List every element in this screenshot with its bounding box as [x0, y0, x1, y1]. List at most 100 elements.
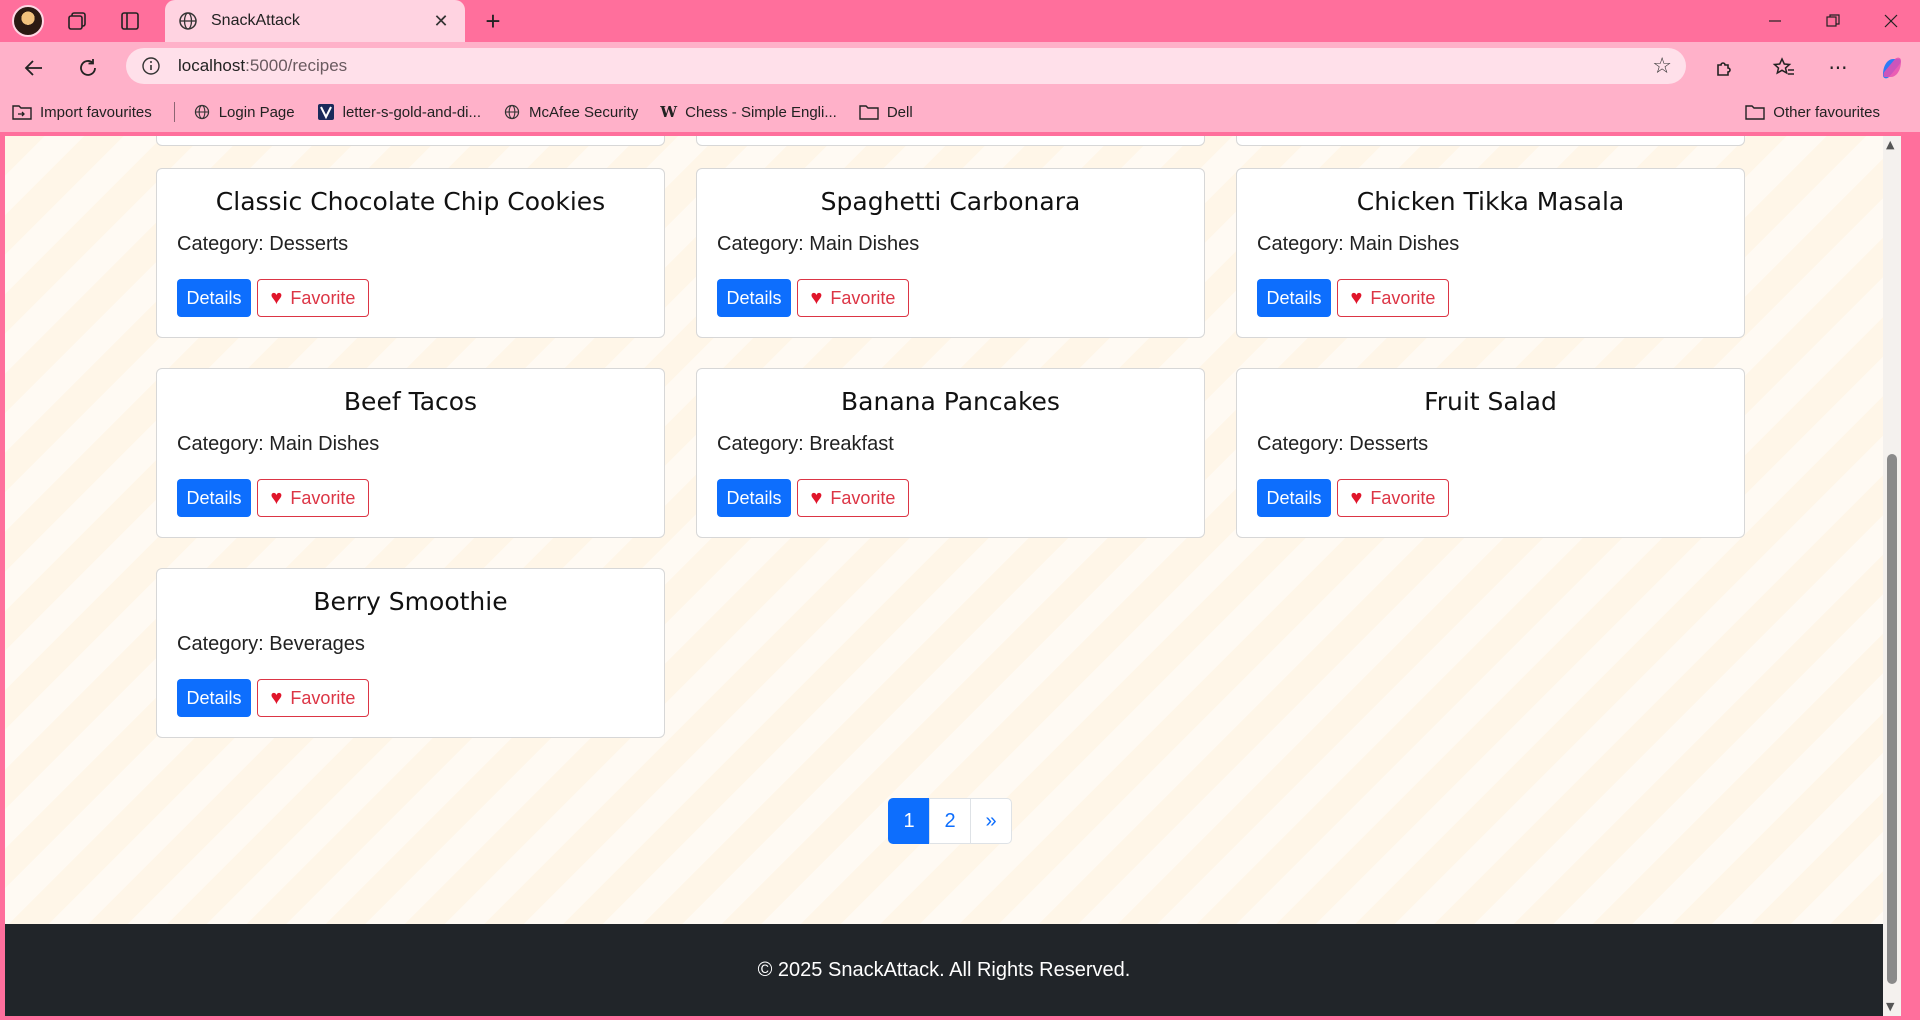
bookmark-separator: [173, 102, 175, 122]
bookmark-mcafee[interactable]: McAfee Security: [503, 103, 638, 121]
vector-site-icon: [317, 104, 334, 120]
favorite-button[interactable]: ♥ Favorite: [257, 279, 369, 317]
recipe-card-partial: [696, 136, 1205, 146]
more-options-icon[interactable]: ···: [1822, 52, 1854, 84]
bookmark-chess[interactable]: W Chess - Simple Engli...: [660, 103, 837, 121]
recipe-name: Classic Chocolate Chip Cookies: [215, 187, 606, 216]
wikipedia-icon: W: [660, 103, 678, 121]
bookmark-label: Import favourites: [40, 103, 152, 121]
bookmark-other-favourites[interactable]: Other favourites: [1745, 92, 1880, 132]
details-button[interactable]: Details: [717, 479, 791, 517]
next-page-link[interactable]: »: [970, 798, 1012, 844]
tab-actions-icon[interactable]: [115, 6, 145, 36]
collections-icon[interactable]: [62, 6, 92, 36]
scroll-up-arrow-icon[interactable]: ▲: [1886, 138, 1894, 151]
browser-titlebar: SnackAttack ✕ +: [0, 0, 1920, 42]
heart-icon: ♥: [270, 686, 283, 709]
copilot-icon[interactable]: [1876, 52, 1908, 84]
bookmark-import-favourites[interactable]: Import favourites: [12, 103, 152, 121]
extensions-icon[interactable]: [1708, 52, 1740, 84]
heart-icon: ♥: [810, 286, 823, 309]
bookmark-label: Other favourites: [1773, 103, 1880, 121]
import-folder-icon: [12, 105, 32, 120]
bookmark-label: letter-s-gold-and-di...: [342, 103, 482, 121]
browser-toolbar: localhost:5000/recipes ☆ ···: [0, 42, 1920, 92]
tab-title: SnackAttack: [211, 12, 300, 29]
recipe-card: Banana Pancakes Category: Breakfast Deta…: [696, 368, 1205, 538]
recipe-card-partial: [1236, 136, 1745, 146]
favorite-button[interactable]: ♥ Favorite: [257, 679, 369, 717]
url-path: :5000/recipes: [245, 56, 348, 75]
site-info-icon[interactable]: [140, 55, 162, 77]
favorite-button[interactable]: ♥ Favorite: [797, 479, 909, 517]
recipe-category: Category: Breakfast: [717, 433, 894, 455]
bookmark-dell[interactable]: Dell: [859, 103, 913, 121]
details-button[interactable]: Details: [177, 679, 251, 717]
recipe-card-partial: [156, 136, 665, 146]
details-button[interactable]: Details: [717, 279, 791, 317]
bookmark-label: McAfee Security: [529, 103, 639, 121]
details-button[interactable]: Details: [1257, 479, 1331, 517]
scroll-down-arrow-icon[interactable]: ▼: [1886, 1000, 1894, 1013]
bookmark-login-page[interactable]: Login Page: [193, 103, 295, 121]
favorite-button[interactable]: ♥ Favorite: [1337, 479, 1449, 517]
recipe-category: Category: Main Dishes: [177, 433, 380, 455]
heart-icon: ♥: [270, 486, 283, 509]
recipe-card: Chicken Tikka Masala Category: Main Dish…: [1236, 168, 1745, 338]
new-tab-icon[interactable]: +: [478, 6, 508, 36]
page-1-link[interactable]: 1: [888, 798, 930, 844]
recipe-name: Banana Pancakes: [841, 387, 1060, 416]
heart-icon: ♥: [810, 486, 823, 509]
tab-snackattack[interactable]: SnackAttack ✕: [165, 0, 465, 42]
details-button[interactable]: Details: [177, 279, 251, 317]
refresh-icon[interactable]: [72, 52, 104, 84]
recipe-card: Berry Smoothie Category: Beverages Detai…: [156, 568, 665, 738]
recipe-name: Fruit Salad: [1424, 387, 1557, 416]
globe-icon: [504, 104, 520, 120]
close-window-icon[interactable]: [1862, 0, 1920, 42]
favorite-label: Favorite: [1370, 287, 1436, 308]
back-arrow-icon[interactable]: [18, 52, 50, 84]
recipe-category: Category: Beverages: [177, 633, 365, 655]
recipe-name: Beef Tacos: [343, 387, 478, 416]
url-host: localhost: [178, 56, 246, 75]
favorite-button[interactable]: ♥ Favorite: [257, 479, 369, 517]
vertical-scrollbar[interactable]: ▲ ▼: [1883, 136, 1901, 1016]
scrollbar-thumb[interactable]: [1887, 454, 1897, 984]
page-viewport: Classic Chocolate Chip Cookies Category:…: [5, 136, 1901, 1016]
bookmarks-bar: Import favourites Login Page letter-s-go…: [0, 92, 1920, 132]
favorites-icon[interactable]: [1768, 52, 1800, 84]
recipe-name: Spaghetti Carbonara: [820, 187, 1081, 216]
recipe-name: Chicken Tikka Masala: [1356, 187, 1625, 216]
favorite-label: Favorite: [830, 287, 896, 308]
recipe-category: Category: Desserts: [177, 233, 349, 255]
favorite-star-icon[interactable]: ☆: [1652, 54, 1672, 79]
favorite-button[interactable]: ♥ Favorite: [797, 279, 909, 317]
favorite-button[interactable]: ♥ Favorite: [1337, 279, 1449, 317]
url-text: localhost:5000/recipes: [178, 56, 1652, 76]
recipe-card: Fruit Salad Category: Desserts Details ♥…: [1236, 368, 1745, 538]
heart-icon: ♥: [270, 286, 283, 309]
page-2-link[interactable]: 2: [929, 798, 971, 844]
close-tab-icon[interactable]: ✕: [429, 11, 453, 32]
details-button[interactable]: Details: [177, 479, 251, 517]
favorite-label: Favorite: [290, 487, 356, 508]
heart-icon: ♥: [1350, 486, 1363, 509]
bookmark-label: Login Page: [218, 103, 295, 121]
profile-avatar[interactable]: [12, 5, 44, 37]
recipe-card: Spaghetti Carbonara Category: Main Dishe…: [696, 168, 1205, 338]
pagination: 1 2 »: [888, 798, 1012, 844]
folder-icon: [1745, 105, 1765, 120]
recipe-category: Category: Main Dishes: [1257, 233, 1460, 255]
heart-icon: ♥: [1350, 286, 1363, 309]
favorite-label: Favorite: [290, 287, 356, 308]
favorite-label: Favorite: [290, 687, 356, 708]
recipe-category: Category: Main Dishes: [717, 233, 920, 255]
bookmark-letter-s[interactable]: letter-s-gold-and-di...: [317, 103, 481, 121]
favorite-label: Favorite: [1370, 487, 1436, 508]
address-bar[interactable]: localhost:5000/recipes ☆: [126, 48, 1686, 84]
recipe-card: Beef Tacos Category: Main Dishes Details…: [156, 368, 665, 538]
restore-icon[interactable]: [1804, 0, 1862, 42]
details-button[interactable]: Details: [1257, 279, 1331, 317]
minimize-icon[interactable]: [1746, 0, 1804, 42]
